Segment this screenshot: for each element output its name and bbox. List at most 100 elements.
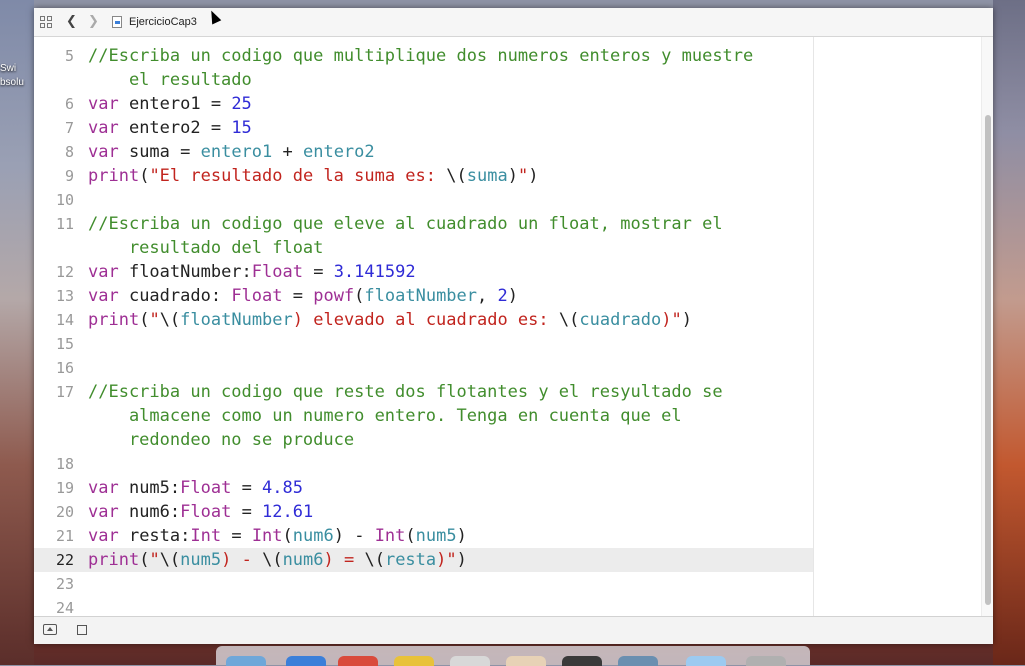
results-sidebar — [813, 37, 982, 616]
code-line[interactable]: 6 var entero1 = 25 — [34, 92, 813, 116]
line-number: 23 — [55, 575, 74, 593]
desktop-file-label[interactable]: Swi bsolu — [0, 62, 34, 90]
code-token: "El resultado de la suma es: — [149, 166, 447, 186]
stop-playground-button[interactable] — [77, 625, 87, 635]
code-text: print("\(floatNumber) elevado al cuadrad… — [88, 308, 692, 332]
navigate-back-icon[interactable]: ❮ — [66, 14, 77, 29]
code-token: resultado del float — [88, 238, 324, 258]
code-token: ) — [456, 526, 467, 546]
code-text: var entero1 = 25 — [88, 92, 252, 116]
code-token: = — [282, 286, 314, 306]
code-token: //Escriba un codigo que reste dos flotan… — [88, 382, 723, 402]
navigate-forward-icon[interactable]: ❯ — [88, 14, 99, 29]
code-line[interactable]: 15 — [34, 332, 813, 356]
code-token: entero1 — [200, 142, 273, 162]
line-number: 21 — [55, 527, 74, 545]
line-number: 10 — [55, 191, 74, 209]
code-line[interactable]: 16 — [34, 356, 813, 380]
line-number: 11 — [55, 215, 74, 233]
code-token: ) — [528, 166, 539, 186]
code-token: floatNumber: — [118, 262, 252, 282]
playground-file-icon — [112, 16, 122, 28]
code-text: print("\(num5) - \(num6) = \(resta)") — [88, 548, 467, 572]
desktop-background-right — [993, 0, 1025, 665]
code-line[interactable]: 19 var num5:Float = 4.85 — [34, 476, 813, 500]
hide-debug-area-button[interactable] — [43, 624, 57, 635]
code-line[interactable]: 21 var resta:Int = Int(num6) - Int(num5) — [34, 524, 813, 548]
code-token: \( — [446, 166, 467, 186]
code-token: )" — [661, 310, 682, 330]
line-number: 22 — [55, 551, 74, 569]
code-token: suma — [466, 166, 508, 186]
code-line[interactable]: 9 print("El resultado de la suma es: \(su… — [34, 164, 813, 188]
code-token: entero2 — [302, 142, 375, 162]
code-line[interactable]: 17 //Escriba un codigo que reste dos flot… — [34, 380, 813, 404]
line-number: 24 — [55, 599, 74, 616]
code-token: num6 — [292, 526, 334, 546]
desktop-background-left: Swi bsolu — [0, 0, 34, 665]
code-token: var — [88, 502, 119, 522]
code-line-current[interactable]: 22 print("\(num5) - \(num6) = \(resta)") — [34, 548, 813, 572]
code-line[interactable]: 18 — [34, 452, 813, 476]
code-line[interactable]: 5 //Escriba un codigo que multiplique dos… — [34, 44, 813, 68]
scrollbar-thumb[interactable] — [985, 115, 991, 605]
dock — [216, 646, 810, 666]
code-text: var suma = entero1 + entero2 — [88, 140, 375, 164]
code-token: = — [231, 502, 263, 522]
code-line[interactable]: 23 — [34, 572, 813, 596]
code-token: ( — [354, 286, 365, 306]
code-line[interactable]: 12 var floatNumber:Float = 3.141592 — [34, 260, 813, 284]
code-text: var entero2 = 15 — [88, 116, 252, 140]
desktop-file-label-line1: Swi — [0, 63, 17, 74]
code-line[interactable]: 13 var cuadrado: Float = powf(floatNumber… — [34, 284, 813, 308]
line-number: 15 — [55, 335, 74, 353]
code-line[interactable]: 20 var num6:Float = 12.61 — [34, 500, 813, 524]
code-token: ) - — [221, 550, 263, 570]
breadcrumb[interactable]: EjercicioCap3 — [129, 16, 197, 28]
code-token: 2 — [497, 286, 508, 306]
code-token: " — [149, 550, 160, 570]
code-token: num5 — [415, 526, 457, 546]
code-token: )" — [436, 550, 457, 570]
code-token: ) = — [323, 550, 365, 570]
code-text: var num6:Float = 12.61 — [88, 500, 313, 524]
code-token: var — [88, 262, 119, 282]
related-items-grid-icon[interactable] — [40, 16, 53, 29]
code-token: + — [272, 142, 303, 162]
code-token: floatNumber — [364, 286, 478, 306]
code-token: ( — [282, 526, 293, 546]
code-line[interactable]: 10 — [34, 188, 813, 212]
code-token: num6: — [118, 502, 181, 522]
code-token: ) — [681, 310, 692, 330]
vertical-scrollbar[interactable] — [981, 37, 993, 616]
xcode-window: ❮ ❯ EjercicioCap3 5 //Escriba un codigo q… — [34, 8, 993, 644]
code-token: ) elevado al cuadrado es: — [292, 310, 559, 330]
code-token: \( — [159, 550, 181, 570]
code-line[interactable]: 24 — [34, 596, 813, 616]
code-token: num5: — [118, 478, 181, 498]
code-token: 15 — [231, 118, 252, 138]
code-line[interactable]: resultado del float — [34, 236, 813, 260]
code-token: entero1 = — [118, 94, 232, 114]
code-line[interactable]: 7 var entero2 = 15 — [34, 116, 813, 140]
code-line[interactable]: el resultado — [34, 68, 813, 92]
code-token: " — [149, 310, 160, 330]
code-token: var — [88, 118, 119, 138]
line-number: 14 — [55, 311, 74, 329]
code-token: print — [88, 166, 140, 186]
code-line[interactable]: 14 print("\(floatNumber) elevado al cuadr… — [34, 308, 813, 332]
code-line[interactable]: 11 //Escriba un codigo que eleve al cuadr… — [34, 212, 813, 236]
code-line[interactable]: 8 var suma = entero1 + entero2 — [34, 140, 813, 164]
line-number: 17 — [55, 383, 74, 401]
code-line[interactable]: almacene como un numero entero. Tenga en… — [34, 404, 813, 428]
line-number: 16 — [55, 359, 74, 377]
code-token: = — [221, 526, 252, 546]
line-number: 20 — [55, 503, 74, 521]
code-token: //Escriba un codigo que eleve al cuadrad… — [88, 214, 723, 234]
code-token: resta — [384, 550, 437, 570]
code-token: almacene como un numero entero. Tenga en… — [88, 406, 682, 426]
code-token: cuadrado — [579, 310, 662, 330]
code-line[interactable]: redondeo no se produce — [34, 428, 813, 452]
code-editor[interactable]: 5 //Escriba un codigo que multiplique dos… — [34, 37, 813, 616]
code-token: \( — [558, 310, 580, 330]
